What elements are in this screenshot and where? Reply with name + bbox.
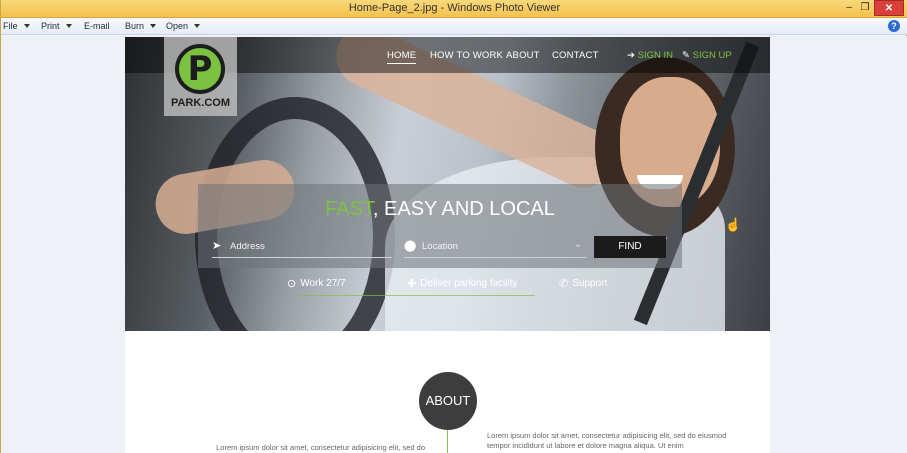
sign-up-link[interactable]: ✎ SIGN UP	[682, 50, 732, 61]
menu-burn-label: Burn	[125, 21, 145, 31]
title-bar: Home-Page_2.jpg - Windows Photo Viewer –…	[1, 0, 907, 18]
feature-work: ⊙ Work 27/7	[287, 277, 346, 290]
pin-icon: ✚	[407, 278, 417, 290]
search-panel: FAST, EASY AND LOCAL ➤ Address ⬤ Locatio…	[198, 184, 682, 268]
window-title: Home-Page_2.jpg - Windows Photo Viewer	[348, 2, 561, 14]
menu-bar: File Print E-mail Burn Open ?	[1, 18, 907, 35]
clock-icon: ⊙	[287, 278, 297, 290]
menu-print-label: Print	[41, 21, 60, 31]
location-arrow-icon: ➤	[212, 240, 222, 252]
chevron-down-icon	[194, 24, 201, 28]
menu-open-label: Open	[166, 21, 189, 31]
menu-open[interactable]: Open	[166, 21, 201, 31]
hero-headline: FAST, EASY AND LOCAL	[198, 198, 682, 221]
logo-brand-text: PARK.COM	[170, 97, 231, 109]
timeline-line	[447, 430, 448, 453]
displayed-image: P PARK.COM HOME HOW TO WORK ABOUT CONTAC…	[125, 37, 770, 453]
nav-about[interactable]: ABOUT	[506, 50, 540, 61]
find-button[interactable]: FIND	[594, 236, 666, 258]
nav-how-to-work[interactable]: HOW TO WORK	[430, 50, 503, 61]
feature-deliver: ✚ Deliver parking facility	[407, 277, 517, 290]
sign-up-label: SIGN UP	[692, 50, 732, 61]
menu-print[interactable]: Print	[41, 21, 72, 31]
site-logo[interactable]: P PARK.COM	[164, 37, 237, 116]
menu-burn[interactable]: Burn	[125, 21, 157, 31]
about-badge: ABOUT	[419, 372, 477, 430]
feature-underline	[295, 295, 535, 296]
location-select[interactable]: ⬤ Location ⌄	[404, 236, 586, 258]
nav-home[interactable]: HOME	[387, 50, 417, 64]
address-placeholder: Address	[230, 241, 265, 252]
chevron-down-icon	[65, 24, 72, 28]
close-button[interactable]: ✕	[874, 0, 904, 16]
pencil-icon: ✎	[682, 50, 690, 61]
about-text-left: Lorem ipsum dolor sit amet, consectetur …	[216, 443, 425, 452]
minimize-button[interactable]: –	[840, 0, 858, 16]
location-placeholder: Location	[422, 241, 458, 252]
headline-rest: , EASY AND LOCAL	[372, 198, 555, 220]
about-text-right: Lorem ipsum dolor sit amet, consectetur …	[487, 431, 727, 450]
logo-p-icon: P	[175, 44, 225, 94]
help-icon[interactable]: ?	[888, 20, 900, 32]
chevron-down-icon	[23, 24, 30, 28]
hand-cursor-icon: ☝	[725, 217, 742, 232]
restore-button[interactable]: ❐	[858, 0, 872, 16]
map-pin-icon: ⬤	[404, 240, 417, 252]
nav-contact[interactable]: CONTACT	[552, 50, 599, 61]
menu-email[interactable]: E-mail	[84, 21, 110, 31]
feature-support: ✆ Support	[559, 277, 607, 290]
phone-icon: ✆	[559, 278, 569, 290]
headline-accent: FAST	[325, 198, 373, 220]
hero-banner: P PARK.COM HOME HOW TO WORK ABOUT CONTAC…	[125, 37, 770, 331]
feature-support-label: Support	[572, 278, 608, 289]
feature-work-label: Work 27/7	[300, 278, 346, 289]
feature-deliver-label: Deliver parking facility	[420, 278, 518, 289]
sign-in-icon: ➔	[627, 50, 635, 61]
menu-file[interactable]: File	[3, 21, 30, 31]
chevron-down-icon	[150, 24, 157, 28]
photo-viewer-window: Home-Page_2.jpg - Windows Photo Viewer –…	[0, 0, 907, 453]
menu-email-label: E-mail	[84, 21, 110, 31]
sign-in-link[interactable]: ➔ SIGN IN	[627, 50, 673, 61]
menu-file-label: File	[3, 21, 18, 31]
address-input[interactable]: ➤ Address	[212, 236, 392, 258]
chevron-down-icon: ⌄	[573, 239, 582, 250]
sign-in-label: SIGN IN	[637, 50, 673, 61]
